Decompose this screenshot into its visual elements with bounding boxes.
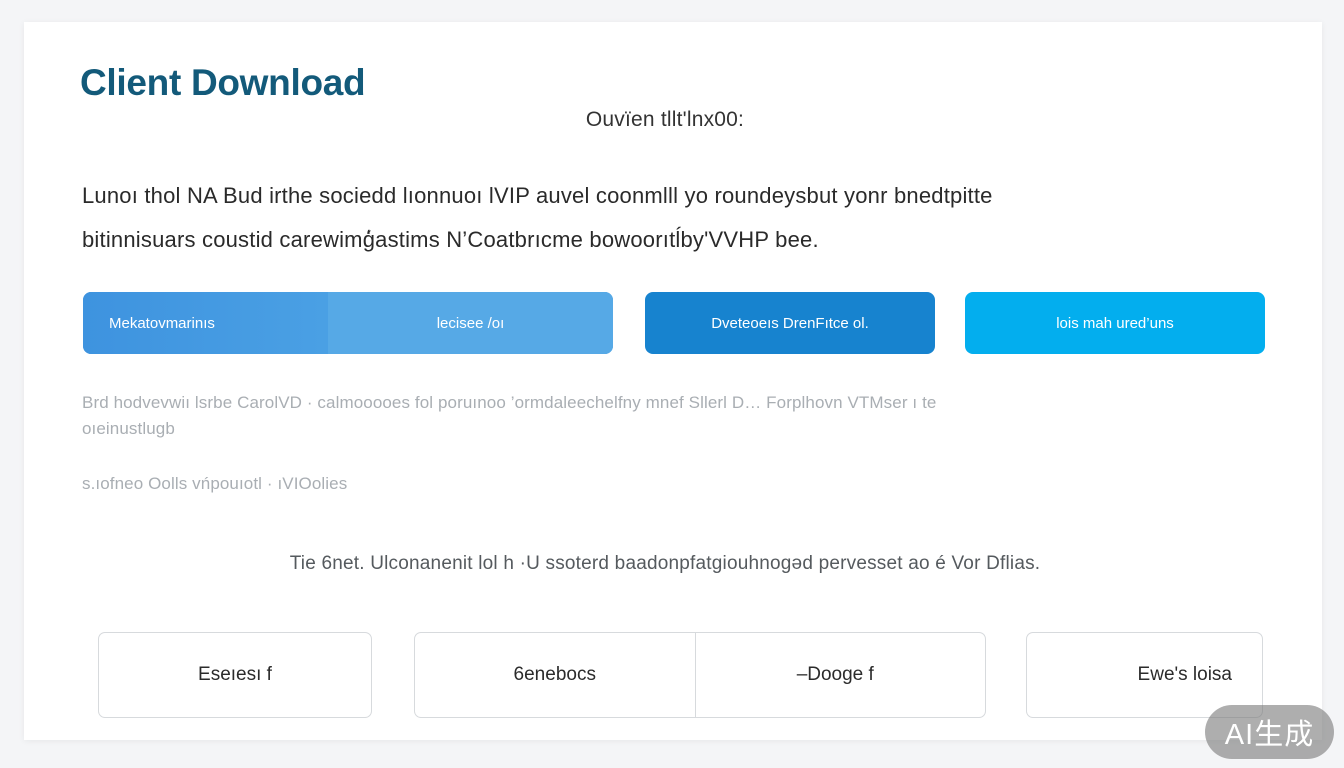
option-card-2[interactable]: 6enebocs: [415, 633, 695, 717]
platform-note: Tie 6net. Ulconanenit lol h ·U ssoterd b…: [289, 553, 1041, 574]
faded-line-1: Brd hodvevwiı lsrbe CarolVD · calmooooes…: [82, 393, 937, 412]
page-title: Client Download: [80, 62, 366, 103]
intro-line-1: Lunoı thol NA Bud irthe sociedd lıonnuoı…: [82, 183, 993, 208]
option-card-3[interactable]: ‒Dooge f: [694, 633, 986, 717]
split-download-button: Mekatovmarinıs lecisee /oı: [83, 292, 613, 354]
option-card-group: 6enebocs ‒Dooge f: [414, 632, 986, 718]
right-download-button[interactable]: lois mah ured’uns: [965, 292, 1265, 354]
faded-footnote: s.ıofneo Oolls vńpouıotl · ıVIOolies: [82, 474, 348, 493]
ai-generated-badge: AI生成: [1205, 705, 1334, 759]
intro-line-2: bitinnisuars coustid carewimģ́astims N’…: [82, 227, 819, 252]
intro-paragraph: Lunoı thol NA Bud irthe sociedd lıonnuoı…: [82, 174, 1202, 262]
faded-description: Brd hodvevwiı lsrbe CarolVD · calmooooes…: [82, 390, 1102, 442]
page-subtitle: Ouvïen tllt'lnx00:: [585, 108, 745, 131]
download-card: Client Download Ouvïen tllt'lnx00: Lunoı…: [24, 22, 1322, 740]
faded-line-2: oıeinustlugb: [82, 419, 175, 438]
primary-secondary-button[interactable]: lecisee /oı: [328, 292, 613, 354]
middle-download-button[interactable]: Dveteoeıs DrenFıtce ol.: [645, 292, 935, 354]
option-card-1[interactable]: Eseıesı f: [98, 632, 372, 718]
primary-download-button[interactable]: Mekatovmarinıs: [83, 292, 328, 354]
